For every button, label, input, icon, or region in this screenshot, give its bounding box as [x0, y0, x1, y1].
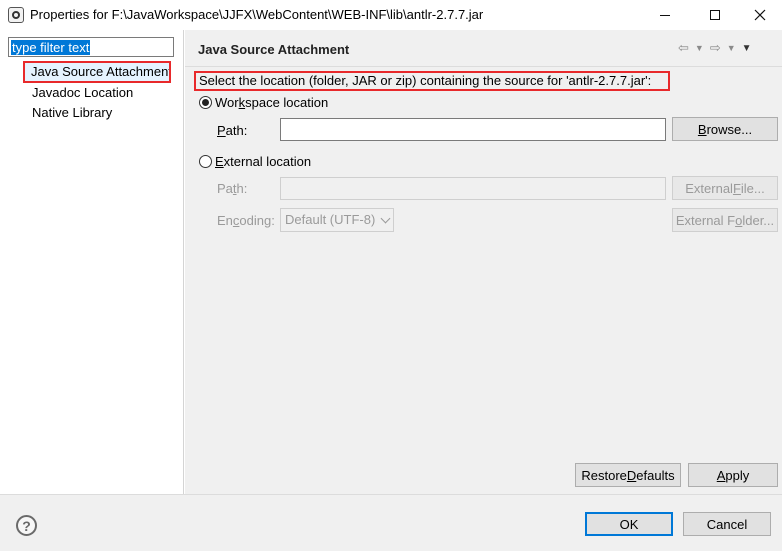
back-arrow-icon[interactable]: ⇦: [678, 40, 689, 56]
encoding-value: Default (UTF-8): [285, 212, 376, 227]
encoding-select[interactable]: Default (UTF-8): [280, 208, 394, 232]
minimize-icon: [660, 14, 670, 16]
cancel-button[interactable]: Cancel: [683, 512, 771, 536]
workspace-location-radio[interactable]: [199, 96, 212, 109]
encoding-label: Encoding:: [217, 213, 275, 228]
view-menu-icon[interactable]: ▼: [742, 43, 752, 54]
properties-app-icon: [8, 7, 24, 23]
external-path-input[interactable]: [280, 177, 666, 200]
workspace-path-input[interactable]: [280, 118, 666, 141]
page-navigation: ⇦ ▼ ⇨ ▼ ▼: [678, 40, 752, 56]
external-path-label: Path:: [217, 181, 248, 196]
forward-arrow-icon[interactable]: ⇨: [710, 40, 721, 56]
close-button[interactable]: [737, 0, 782, 30]
tree-item-javadoc-location[interactable]: Javadoc Location: [32, 85, 133, 100]
external-location-label[interactable]: External location: [215, 154, 311, 169]
apply-button[interactable]: Apply: [688, 463, 778, 487]
close-icon: [754, 9, 766, 21]
minimize-button[interactable]: [642, 0, 688, 30]
property-page-content: Java Source Attachment ⇦ ▼ ⇨ ▼ ▼ Select …: [185, 30, 782, 494]
maximize-icon: [710, 10, 720, 20]
tree-item-native-library[interactable]: Native Library: [32, 105, 112, 120]
workspace-location-label[interactable]: Workspace location: [215, 95, 328, 110]
restore-defaults-button[interactable]: Restore Defaults: [575, 463, 681, 487]
property-page-tree: type filter text Java Source Attachment …: [0, 30, 184, 494]
tree-item-java-source-attachment[interactable]: Java Source Attachment: [24, 62, 169, 82]
title-bar: Properties for F:\JavaWorkspace\JJFX\Web…: [0, 0, 782, 30]
filter-input[interactable]: [8, 37, 174, 57]
dialog-button-bar: ? OK Cancel: [0, 494, 782, 551]
chevron-down-icon: [380, 213, 391, 224]
ok-button[interactable]: OK: [585, 512, 673, 536]
header-separator: [185, 66, 782, 67]
external-location-radio[interactable]: [199, 155, 212, 168]
maximize-button[interactable]: [692, 0, 738, 30]
browse-button[interactable]: Browse...: [672, 117, 778, 141]
page-description: Select the location (folder, JAR or zip)…: [199, 73, 652, 88]
page-title: Java Source Attachment: [198, 42, 350, 57]
forward-dropdown-icon[interactable]: ▼: [727, 43, 736, 53]
external-file-button[interactable]: External File...: [672, 176, 778, 200]
back-dropdown-icon[interactable]: ▼: [695, 43, 704, 53]
window-title: Properties for F:\JavaWorkspace\JJFX\Web…: [30, 7, 484, 22]
workspace-path-label: Path:: [217, 123, 248, 138]
external-folder-button[interactable]: External Fo lder...: [672, 208, 778, 232]
page-header: Java Source Attachment ⇦ ▼ ⇨ ▼ ▼: [185, 30, 782, 66]
help-icon[interactable]: ?: [16, 515, 37, 536]
